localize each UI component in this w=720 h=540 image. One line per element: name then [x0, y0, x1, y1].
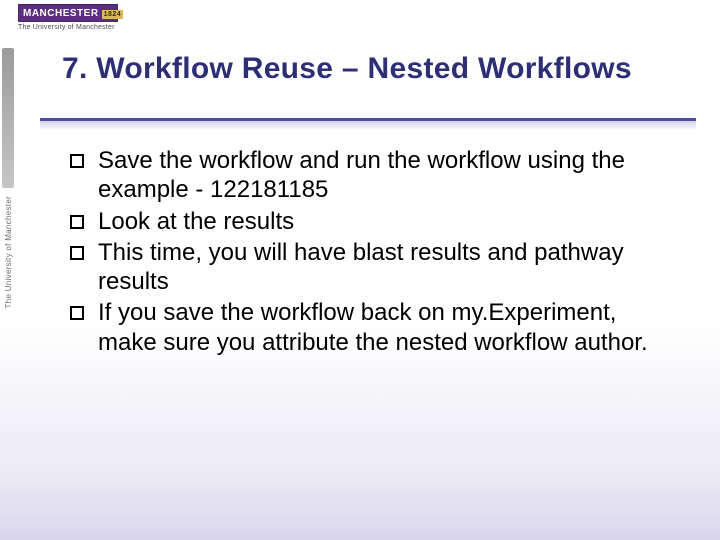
- slide-title: 7. Workflow Reuse – Nested Workflows: [62, 52, 692, 104]
- bullet-text: This time, you will have blast results a…: [98, 239, 624, 295]
- list-item: Save the workflow and run the workflow u…: [70, 146, 660, 205]
- side-strip: The University of Manchester: [0, 48, 16, 348]
- bullet-text: Look at the results: [98, 208, 294, 235]
- logo-badge: MANCHESTER 1824: [18, 4, 118, 22]
- logo-year: 1824: [102, 10, 124, 19]
- side-vertical-text: The University of Manchester: [4, 196, 13, 308]
- university-logo: MANCHESTER 1824 The University of Manche…: [18, 4, 118, 31]
- list-item: This time, you will have blast results a…: [70, 238, 660, 297]
- bullet-list: Save the workflow and run the workflow u…: [70, 146, 660, 357]
- list-item: If you save the workflow back on my.Expe…: [70, 298, 660, 357]
- logo-text: MANCHESTER: [23, 8, 99, 19]
- title-underline: [40, 118, 696, 126]
- slide-body: Save the workflow and run the workflow u…: [70, 146, 660, 359]
- bullet-text: If you save the workflow back on my.Expe…: [98, 299, 648, 355]
- logo-subtitle: The University of Manchester: [18, 24, 118, 31]
- title-area: 7. Workflow Reuse – Nested Workflows: [62, 52, 692, 104]
- list-item: Look at the results: [70, 207, 660, 236]
- side-decorative-image: [2, 48, 14, 188]
- bullet-text: Save the workflow and run the workflow u…: [98, 147, 625, 203]
